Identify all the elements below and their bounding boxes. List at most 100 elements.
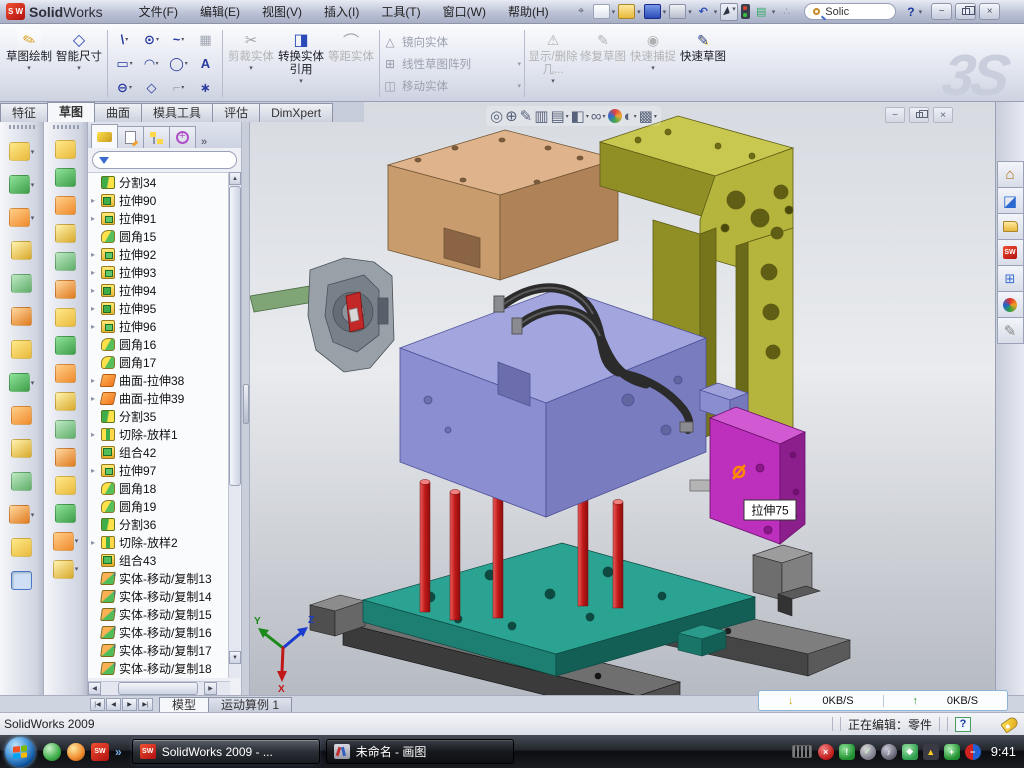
last-tab-button[interactable]: ▶| xyxy=(138,698,153,711)
tree-item-分割35[interactable]: 分割35 xyxy=(88,407,230,425)
rib-icon[interactable] xyxy=(9,505,30,524)
undo-caret[interactable]: ▾ xyxy=(714,8,718,16)
extruded-boss-icon[interactable] xyxy=(9,142,30,161)
tree-item-拉伸91[interactable]: ▸拉伸91 xyxy=(88,209,230,227)
blocked-tray-icon[interactable]: − xyxy=(965,744,981,760)
rebuild-icon[interactable] xyxy=(741,4,750,19)
expand-arrow-icon[interactable]: ▸ xyxy=(91,304,101,313)
filter-field[interactable] xyxy=(92,151,237,169)
reference-curve-caret[interactable]: ▾ xyxy=(75,537,79,545)
health-shield-tray-icon[interactable]: + xyxy=(944,744,960,760)
cmd-caret[interactable]: ▾ xyxy=(27,64,31,73)
new-file-button[interactable] xyxy=(593,4,610,19)
appearances-scenes-tab[interactable] xyxy=(997,291,1024,318)
minimize-button[interactable]: − xyxy=(931,3,952,20)
display-style-caret[interactable]: ▾ xyxy=(586,113,589,120)
select-tool-button[interactable]: ▾ xyxy=(720,3,738,21)
sync-tray-icon[interactable]: ◆ xyxy=(902,744,918,760)
display-style-button[interactable]: ◧▾ xyxy=(571,107,589,125)
polygon-tool[interactable]: ◇ xyxy=(138,76,165,100)
point-tool[interactable]: ∗ xyxy=(192,76,219,100)
tree-item-拉伸95[interactable]: ▸拉伸95 xyxy=(88,299,230,317)
view-settings-caret[interactable]: ▾ xyxy=(654,113,657,120)
fillet-icon[interactable] xyxy=(9,208,30,227)
tree-item-切除-放样2[interactable]: ▸切除-放样2 xyxy=(88,533,230,551)
rectangle-tool[interactable]: ▭▾ xyxy=(111,52,138,76)
help-caret[interactable]: ▾ xyxy=(919,8,923,16)
open-file-caret[interactable]: ▾ xyxy=(637,8,641,16)
doc-restore-button[interactable] xyxy=(909,107,929,123)
undo-button[interactable]: ↶ xyxy=(695,4,712,19)
save-button[interactable] xyxy=(644,4,661,19)
tree-item-实体-移动/复制14[interactable]: 实体-移动/复制14 xyxy=(88,587,230,605)
warning-tray-icon[interactable]: ▲ xyxy=(923,744,939,760)
view-orientation-button[interactable]: ▤▾ xyxy=(550,107,568,125)
view-settings-button[interactable]: ▩▾ xyxy=(639,107,657,125)
tree-item-组合42[interactable]: 组合42 xyxy=(88,443,230,461)
tree-item-分割36[interactable]: 分割36 xyxy=(88,515,230,533)
menu-item-编辑(E)[interactable]: 编辑(E) xyxy=(190,1,250,22)
tag-icon[interactable] xyxy=(1000,715,1019,733)
view-palette-tab[interactable]: ⊞ xyxy=(997,265,1024,292)
model-canvas[interactable]: 拉伸75 Y Z X xyxy=(250,102,995,695)
scroll-thumb[interactable] xyxy=(118,682,198,695)
slot-tool[interactable]: ⊖▾ xyxy=(111,76,138,100)
expand-arrow-icon[interactable]: ▸ xyxy=(91,538,101,547)
tree-item-圆角17[interactable]: 圆角17 xyxy=(88,353,230,371)
linear-pattern-caret[interactable]: ▾ xyxy=(31,379,35,387)
cmd-智能尺寸[interactable]: 智能尺寸▾ xyxy=(54,26,104,101)
scroll-up-arrow[interactable]: ▲ xyxy=(229,172,241,185)
custom-properties-tab[interactable]: ✎ xyxy=(997,317,1024,344)
replace-face-icon[interactable] xyxy=(55,504,76,523)
extruded-cut-icon[interactable] xyxy=(9,175,30,194)
cmd-等距实体[interactable]: 等距实体 xyxy=(326,26,376,101)
dimxpertmanager-tab[interactable] xyxy=(169,126,196,148)
solidworks-resources-tab[interactable]: ⌂ xyxy=(997,161,1024,188)
magnified-selection-button[interactable]: ✎ xyxy=(520,107,533,125)
line-tool[interactable]: \▾ xyxy=(111,28,138,52)
cmd-caret[interactable]: ▾ xyxy=(551,77,555,86)
reference-curve-icon[interactable] xyxy=(53,532,74,551)
magenta-insert-part[interactable] xyxy=(710,407,805,544)
knit-surface-icon[interactable] xyxy=(55,392,76,411)
search-input[interactable]: Solic xyxy=(825,6,849,18)
quick-tips-button[interactable]: ? xyxy=(955,717,971,732)
options-caret[interactable]: ▾ xyxy=(772,8,776,16)
tree-item-切除-放样1[interactable]: ▸切除-放样1 xyxy=(88,425,230,443)
tree-item-拉伸97[interactable]: ▸拉伸97 xyxy=(88,461,230,479)
tab-评估[interactable]: 评估 xyxy=(212,103,260,122)
spline-tool[interactable]: ~▾ xyxy=(165,28,192,52)
zoom-to-fit-button[interactable]: ◎ xyxy=(490,107,503,125)
combine-icon[interactable] xyxy=(11,406,32,425)
linear-pattern-icon[interactable] xyxy=(9,373,30,392)
tree-item-实体-移动/复制17[interactable]: 实体-移动/复制17 xyxy=(88,641,230,659)
cmd-快速草图[interactable]: 快速草图 xyxy=(678,26,728,101)
print-button[interactable] xyxy=(669,4,686,19)
trim-surface-icon[interactable] xyxy=(55,196,76,215)
apply-scene-button[interactable]: ◐▾ xyxy=(624,108,637,125)
misc-toolbar-icon[interactable]: ∴ xyxy=(778,4,795,19)
scroll-left-arrow[interactable]: ◀ xyxy=(88,682,101,695)
start-button[interactable] xyxy=(5,737,35,767)
thicken-surface-icon[interactable] xyxy=(55,364,76,383)
expand-arrow-icon[interactable]: ▸ xyxy=(91,250,101,259)
menu-item-文件(F)[interactable]: 文件(F) xyxy=(129,1,188,22)
lofted-surface-icon[interactable] xyxy=(55,224,76,243)
cmd-caret[interactable]: ▾ xyxy=(651,64,655,73)
tree-item-实体-移动/复制13[interactable]: 实体-移动/复制13 xyxy=(88,569,230,587)
view-orientation-caret[interactable]: ▾ xyxy=(566,113,569,120)
fillet-surface-icon[interactable] xyxy=(55,448,76,467)
freeform-surface-icon[interactable] xyxy=(55,280,76,299)
tab-曲面[interactable]: 曲面 xyxy=(94,103,142,122)
prev-tab-button[interactable]: ◀ xyxy=(106,698,121,711)
extruded-boss-caret[interactable]: ▾ xyxy=(31,148,35,156)
doc-minimize-button[interactable]: − xyxy=(885,107,905,123)
expand-arrow-icon[interactable]: ▸ xyxy=(91,196,101,205)
cmd-修复草图[interactable]: 修复草图 xyxy=(578,26,628,101)
solidworks-search-tab[interactable]: SW xyxy=(997,239,1024,266)
close-button[interactable]: × xyxy=(979,3,1000,20)
arc-tool[interactable]: ◠▾ xyxy=(138,52,165,76)
cmd-草图绘制[interactable]: 草图绘制▾ xyxy=(4,26,54,101)
spiral-curve-caret[interactable]: ▾ xyxy=(75,565,79,573)
extend-surface-icon[interactable] xyxy=(55,420,76,439)
